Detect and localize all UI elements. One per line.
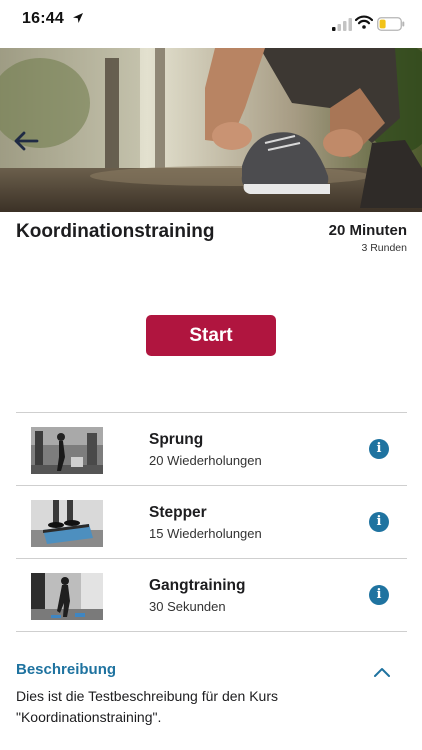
exercise-row-gangtraining[interactable]: Gangtraining 30 Sekunden i bbox=[16, 559, 407, 632]
exercise-name: Stepper bbox=[149, 504, 207, 521]
exercise-thumbnail bbox=[31, 573, 103, 620]
exercise-thumbnail bbox=[31, 500, 103, 547]
description-text: Dies ist die Testbeschreibung für den Ku… bbox=[16, 688, 278, 725]
course-title: Koordinationstraining bbox=[16, 221, 215, 242]
course-rounds: 3 Runden bbox=[361, 242, 407, 254]
battery-low-icon bbox=[377, 17, 405, 31]
signal-icon bbox=[332, 18, 352, 31]
wifi-icon bbox=[355, 15, 373, 29]
hero-image bbox=[0, 48, 422, 212]
exercise-row-stepper[interactable]: Stepper 15 Wiederholungen i bbox=[16, 486, 407, 559]
status-time: 16:44 bbox=[22, 10, 64, 27]
exercise-detail: 20 Wiederholungen bbox=[149, 453, 262, 468]
exercise-detail: 30 Sekunden bbox=[149, 599, 226, 614]
back-button[interactable] bbox=[12, 130, 40, 152]
start-button[interactable]: Start bbox=[146, 315, 276, 356]
exercise-name: Gangtraining bbox=[149, 577, 246, 594]
exercise-list: Sprung 20 Wiederholungen i Stepper 15 Wi… bbox=[16, 412, 407, 632]
info-icon[interactable]: i bbox=[369, 585, 389, 605]
info-icon[interactable]: i bbox=[369, 512, 389, 532]
exercise-thumbnail bbox=[31, 427, 103, 474]
chevron-up-icon[interactable] bbox=[373, 666, 391, 678]
status-bar: 16:44 bbox=[0, 0, 422, 48]
description-heading[interactable]: Beschreibung bbox=[16, 661, 116, 678]
location-arrow-icon bbox=[73, 13, 83, 23]
exercise-detail: 15 Wiederholungen bbox=[149, 526, 262, 541]
info-icon[interactable]: i bbox=[369, 439, 389, 459]
course-duration: 20 Minuten bbox=[328, 222, 407, 239]
exercise-row-sprung[interactable]: Sprung 20 Wiederholungen i bbox=[16, 413, 407, 486]
exercise-name: Sprung bbox=[149, 431, 204, 448]
